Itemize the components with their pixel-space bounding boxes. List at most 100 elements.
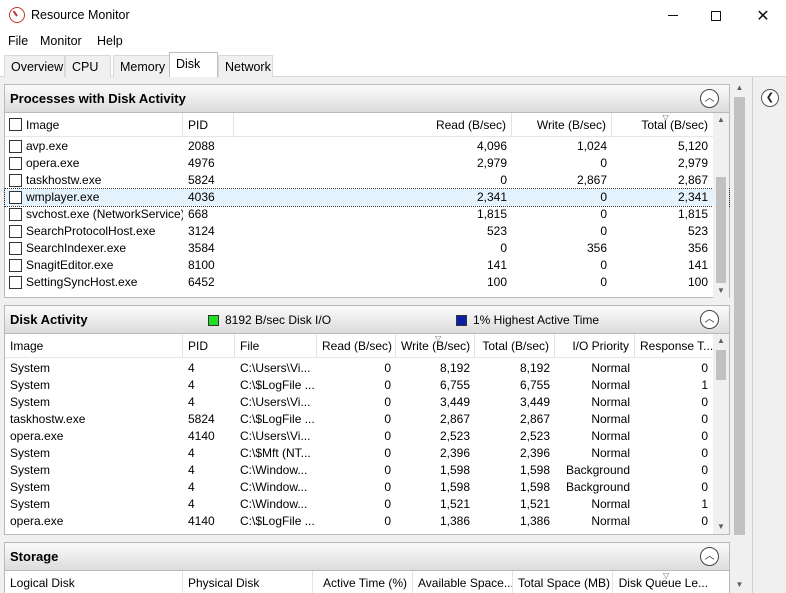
window-title: Resource Monitor: [31, 8, 130, 22]
cell-write: 1,598: [439, 463, 470, 477]
table-row[interactable]: opera.exe 4976 2,979 0 2,979: [5, 155, 729, 172]
cell-total: 8,192: [519, 361, 550, 375]
table-row[interactable]: System 4 C:\Window... 0 1,598 1,598 Background…: [5, 479, 729, 496]
col-pid[interactable]: PID: [183, 113, 234, 137]
col-disk-queue[interactable]: ▽ Disk Queue Le...: [613, 571, 713, 593]
collapse-processes-button[interactable]: ︿: [700, 89, 719, 108]
col-write[interactable]: Write (B/sec): [512, 113, 612, 137]
table-row[interactable]: System 4 C:\Users\Vi... 0 3,449 3,449 Normal 0: [5, 394, 729, 411]
cell-io-priority: Normal: [591, 361, 630, 375]
table-row[interactable]: wmplayer.exe 4036 2,341 0 2,341: [4, 188, 730, 207]
cell-image: SettingSyncHost.exe: [26, 275, 138, 289]
scroll-down-icon[interactable]: ▼: [713, 520, 729, 534]
tab-cpu[interactable]: CPU: [65, 55, 111, 77]
col-logical-disk[interactable]: Logical Disk: [5, 571, 183, 593]
col-response-time[interactable]: Response T...: [635, 334, 713, 358]
cell-response-time: 0: [701, 429, 708, 443]
close-button[interactable]: ✕: [740, 0, 786, 31]
main-scrollbar[interactable]: ▲ ▼: [731, 80, 748, 593]
table-row[interactable]: SearchProtocolHost.exe 3124 523 0 523: [5, 223, 729, 240]
cell-file: C:\Users\Vi...: [240, 429, 311, 443]
col-pid[interactable]: PID: [183, 334, 235, 358]
table-row[interactable]: System 4 C:\Window... 0 1,598 1,598 Background…: [5, 462, 729, 479]
scroll-thumb[interactable]: [716, 350, 726, 380]
scroll-down-icon[interactable]: ▼: [713, 284, 729, 298]
menu-monitor[interactable]: Monitor: [40, 34, 82, 48]
scroll-down-icon[interactable]: ▼: [731, 577, 748, 593]
table-row[interactable]: opera.exe 4140 C:\$LogFile ... 0 1,386 1,386 N…: [5, 513, 729, 530]
select-all-checkbox[interactable]: [9, 118, 22, 131]
disk-activity-header[interactable]: Disk Activity 8192 B/sec Disk I/O 1% Hig…: [5, 306, 729, 334]
cell-io-priority: Background: [565, 480, 630, 494]
cell-io-priority: Normal: [591, 446, 630, 460]
table-row[interactable]: System 4 C:\$Mft (NT... 0 2,396 2,396 Normal 0: [5, 445, 729, 462]
scroll-up-icon[interactable]: ▲: [731, 80, 748, 96]
table-row[interactable]: SearchIndexer.exe 3584 0 356 356: [5, 240, 729, 257]
table-row[interactable]: System 4 C:\$LogFile ... 0 6,755 6,755 Normal 1: [5, 377, 729, 394]
col-write[interactable]: ▽ Write (B/sec): [396, 334, 475, 358]
cell-read: 0: [384, 514, 391, 528]
cell-write: 8,192: [439, 361, 470, 375]
col-total[interactable]: Total (B/sec): [475, 334, 555, 358]
cell-pid: 5824: [188, 412, 215, 426]
minimize-button[interactable]: [650, 0, 696, 31]
tab-disk[interactable]: Disk: [169, 52, 218, 78]
table-row[interactable]: SnagitEditor.exe 8100 141 0 141: [5, 257, 729, 274]
scroll-up-icon[interactable]: ▲: [713, 334, 729, 348]
collapse-disk-activity-button[interactable]: ︿: [700, 310, 719, 329]
cell-image: svchost.exe (NetworkService): [26, 207, 183, 221]
processes-header[interactable]: Processes with Disk Activity ︿: [5, 85, 729, 113]
collapse-storage-button[interactable]: ︿: [700, 547, 719, 566]
processes-scrollbar[interactable]: ▲ ▼: [713, 113, 729, 298]
processes-rows: avp.exe 2088 4,096 1,024 5,120 opera.exe 4976 2…: [4, 138, 730, 291]
table-row[interactable]: taskhostw.exe 5824 C:\$LogFile ... 0 2,867 2,…: [5, 411, 729, 428]
cell-file: C:\$LogFile ...: [240, 514, 315, 528]
table-row[interactable]: System 4 C:\Window... 0 1,521 1,521 Normal 1: [5, 496, 729, 513]
cell-write: 3,449: [439, 395, 470, 409]
table-row[interactable]: taskhostw.exe 5824 0 2,867 2,867: [5, 172, 729, 189]
maximize-button[interactable]: [693, 0, 739, 31]
col-file[interactable]: File: [235, 334, 317, 358]
menu-file[interactable]: File: [8, 34, 28, 48]
col-total-space[interactable]: Total Space (MB): [513, 571, 613, 593]
cell-pid: 4036: [188, 190, 215, 204]
scroll-up-icon[interactable]: ▲: [713, 113, 729, 127]
cell-write: 2,396: [439, 446, 470, 460]
cell-pid: 4: [188, 497, 195, 511]
legend-io-swatch: [208, 314, 219, 326]
col-total[interactable]: ▽ Total (B/sec): [612, 113, 713, 137]
tab-overview[interactable]: Overview: [4, 55, 65, 77]
cell-write: 0: [600, 258, 607, 272]
cell-image: avp.exe: [26, 139, 69, 153]
col-image[interactable]: Image: [5, 113, 183, 137]
cell-write: 1,386: [439, 514, 470, 528]
scroll-thumb[interactable]: [716, 177, 726, 283]
menu-help[interactable]: Help: [97, 34, 123, 48]
cell-read: 1,815: [476, 207, 507, 221]
col-read[interactable]: Read (B/sec): [234, 113, 512, 137]
table-row[interactable]: svchost.exe (NetworkService) 668 1,815 0 1,8…: [5, 206, 729, 223]
col-physical-disk[interactable]: Physical Disk: [183, 571, 313, 593]
disk-activity-scrollbar[interactable]: ▲ ▼: [713, 334, 729, 534]
disk-activity-title: Disk Activity: [10, 312, 88, 327]
storage-header[interactable]: Storage ︿: [5, 543, 729, 571]
table-row[interactable]: SettingSyncHost.exe 6452 100 0 100: [5, 274, 729, 291]
cell-read: 100: [486, 275, 507, 289]
main-scroll-thumb[interactable]: [734, 97, 745, 535]
expand-side-panel-button[interactable]: ❮: [761, 89, 779, 107]
cell-total: 141: [687, 258, 708, 272]
tab-network[interactable]: Network: [218, 55, 273, 77]
disk-activity-column-header: Image PID File Read (B/sec) ▽ Write (B/s…: [5, 334, 729, 358]
tab-memory[interactable]: Memory: [113, 55, 170, 77]
table-row[interactable]: System 4 C:\Users\Vi... 0 8,192 8,192 Normal 0: [5, 360, 729, 377]
cell-image: SearchProtocolHost.exe: [26, 224, 156, 238]
col-available-space[interactable]: Available Space...: [413, 571, 513, 593]
col-image[interactable]: Image: [5, 334, 183, 358]
table-row[interactable]: opera.exe 4140 C:\Users\Vi... 0 2,523 2,523 No…: [5, 428, 729, 445]
col-io-priority[interactable]: I/O Priority: [555, 334, 635, 358]
col-active-time[interactable]: Active Time (%): [313, 571, 413, 593]
table-row[interactable]: avp.exe 2088 4,096 1,024 5,120: [5, 138, 729, 155]
col-read[interactable]: Read (B/sec): [317, 334, 396, 358]
cell-total: 1,815: [677, 207, 708, 221]
cell-response-time: 0: [701, 463, 708, 477]
